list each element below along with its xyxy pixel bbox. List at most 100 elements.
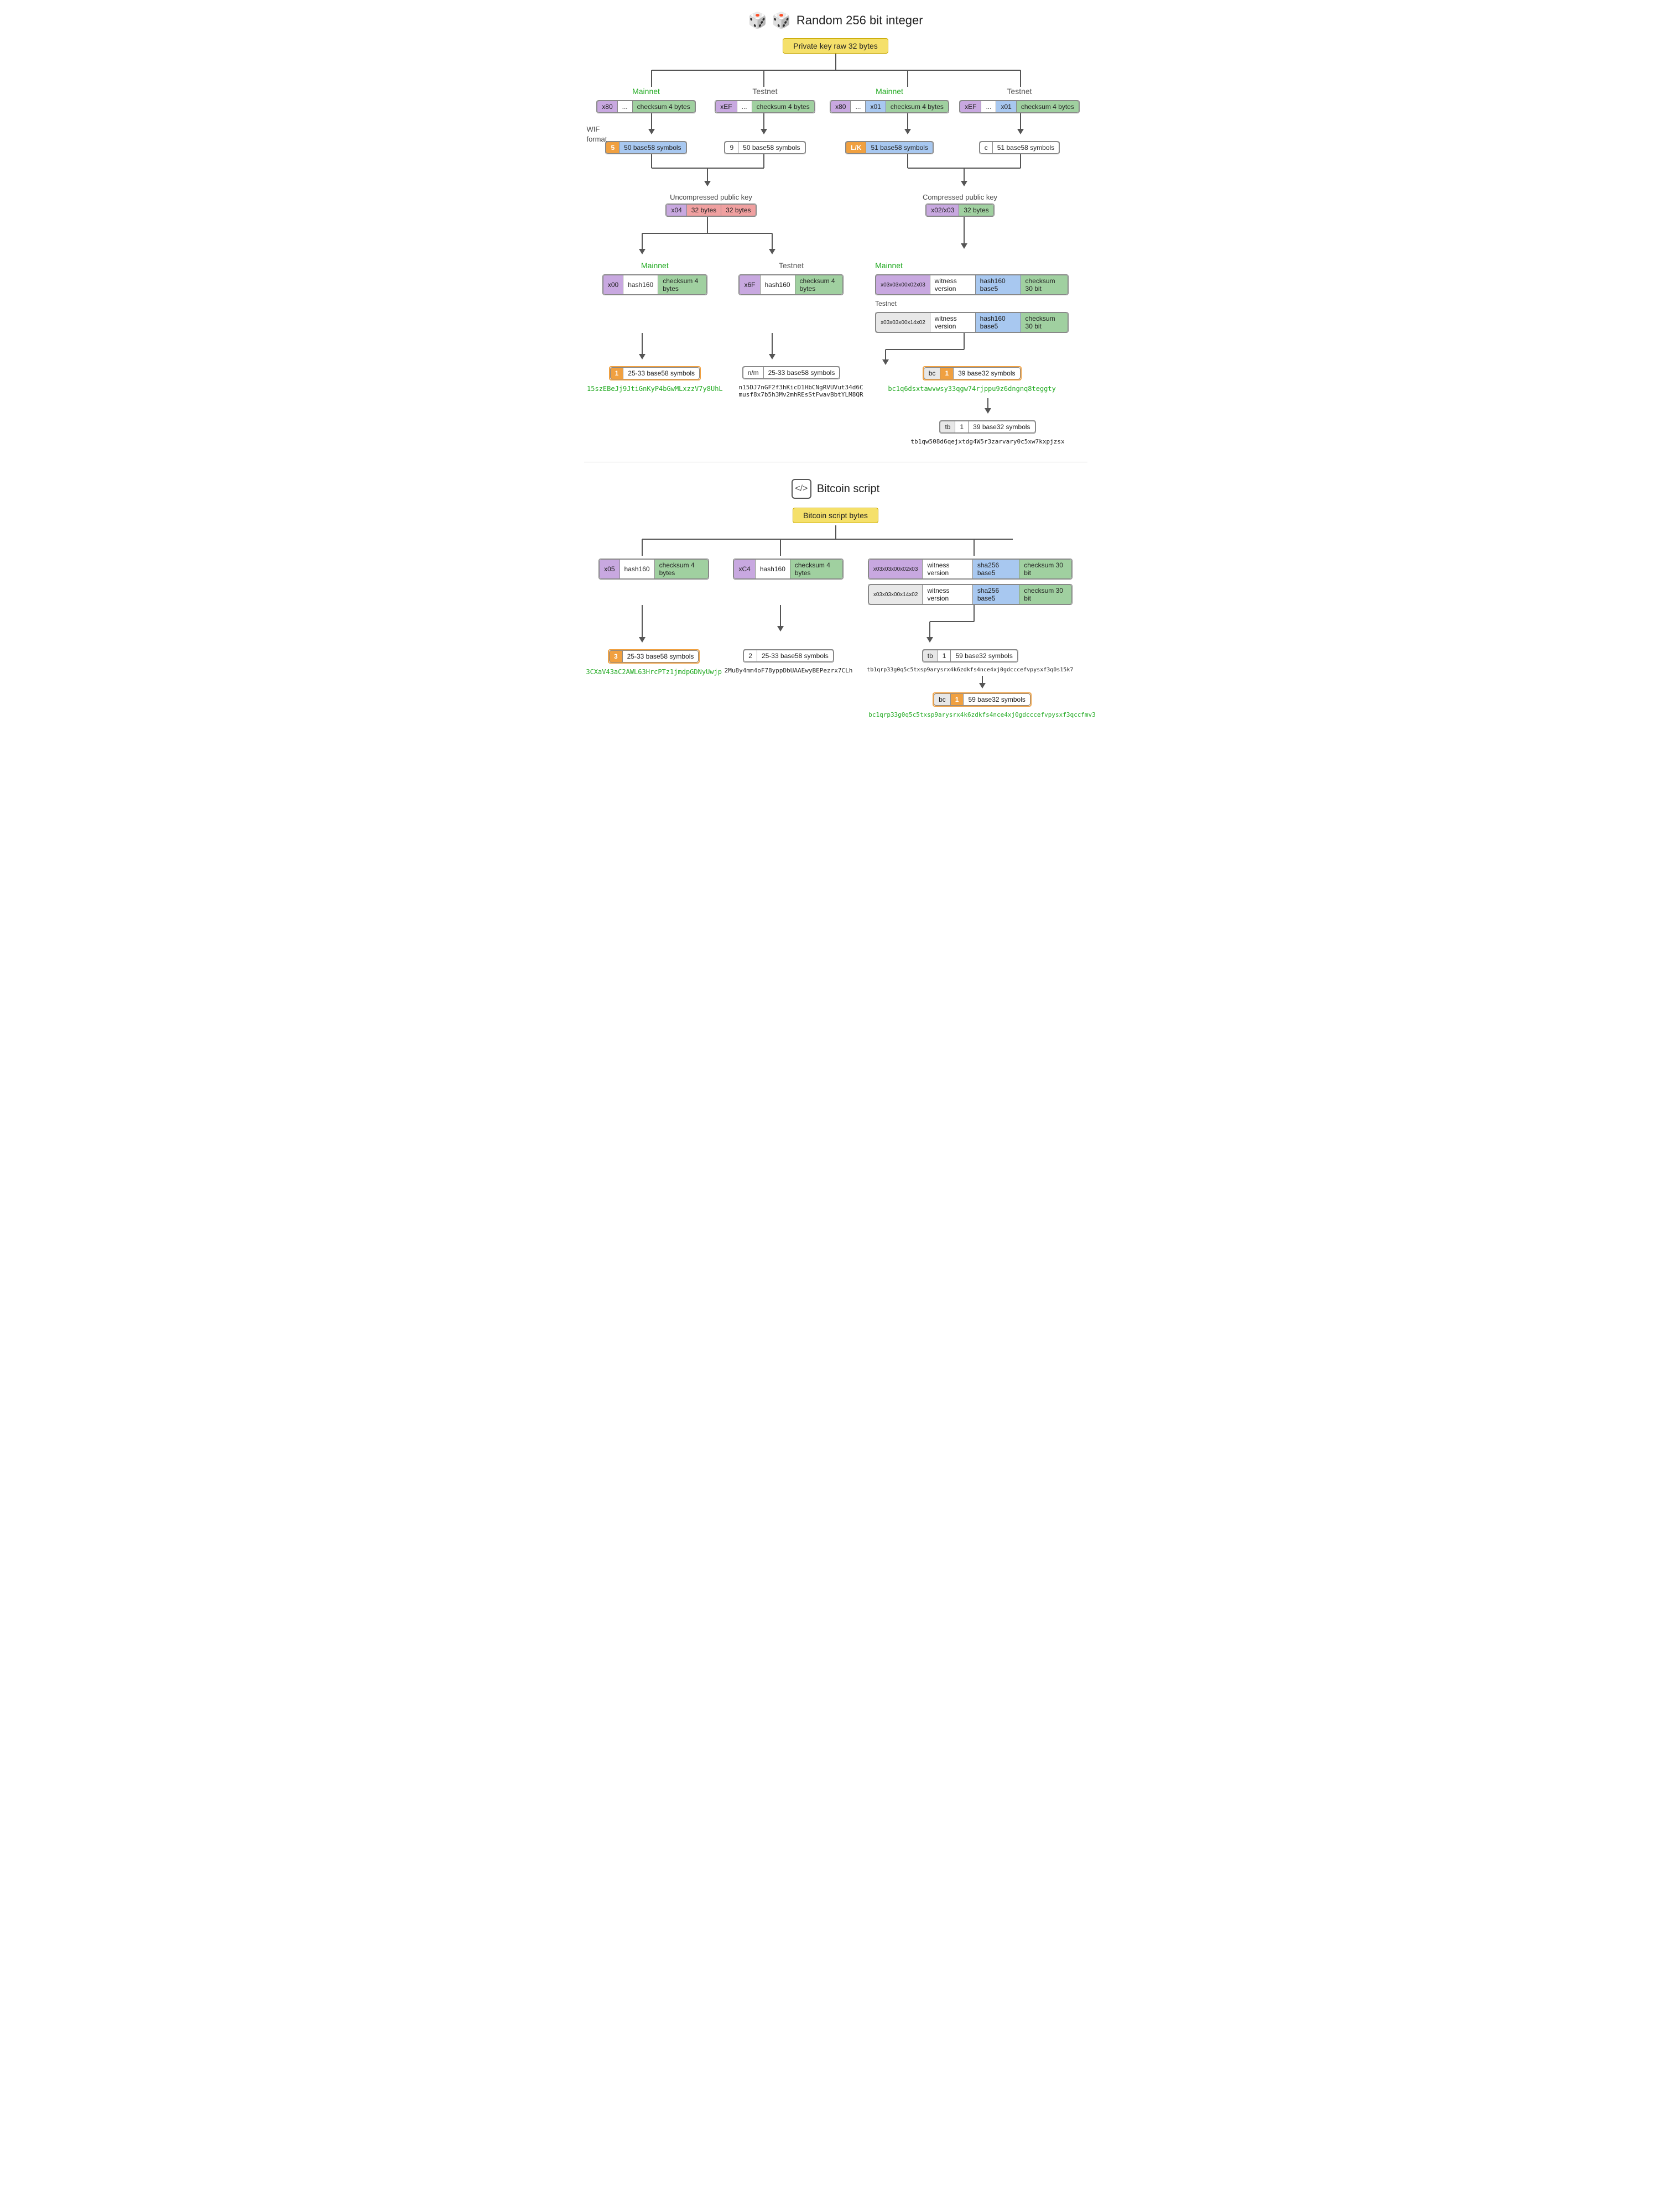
bottom-cols-row: x05 hash160 checksum 4 bytes xC4 hash160… bbox=[587, 559, 1085, 605]
p2sh-testnet-addr: 2 25-33 base58 symbols 2Mu8y4mm4oF78yppD… bbox=[733, 649, 844, 674]
p2sh-t-syms: 25-33 base58 symbols bbox=[757, 650, 834, 662]
p2sh-mainnet-box: 3 25-33 base58 symbols bbox=[608, 649, 700, 664]
wif2-box: 9 50 base58 symbols bbox=[724, 141, 805, 154]
col2: Testnet xEF ... checksum 4 bytes bbox=[710, 87, 820, 113]
p2wsh-tb-1: 1 bbox=[938, 650, 951, 662]
columns-row: Mainnet x80 ... checksum 4 bytes Testnet… bbox=[587, 87, 1085, 113]
wif2-prefix: 9 bbox=[725, 142, 738, 154]
ba-b1: x05 bbox=[599, 559, 620, 579]
bb-b1: xC4 bbox=[733, 559, 755, 579]
col3-byte3: x01 bbox=[866, 101, 886, 113]
page-header: 🎲 🎲 Random 256 bit integer bbox=[584, 11, 1087, 29]
p2pkh-t-prefix: n/m bbox=[743, 367, 764, 379]
p2sh-t-prefix: 2 bbox=[743, 650, 757, 662]
p2wpkh-testnet-arrow-svg bbox=[891, 398, 1085, 420]
bc-b2: witness version bbox=[923, 559, 972, 579]
bitcoin-script-title: </> Bitcoin script bbox=[584, 479, 1087, 499]
bottom-a-bytes: x05 hash160 checksum 4 bytes bbox=[598, 559, 709, 580]
col2-bytes-row: xEF ... checksum 4 bytes bbox=[715, 100, 815, 113]
p2wsh-tb-syms: 59 base32 symbols bbox=[951, 650, 1017, 662]
wif3: L/K 51 base58 symbols bbox=[829, 141, 950, 154]
bottom-col-b: xC4 hash160 checksum 4 bytes bbox=[733, 559, 844, 580]
p2sh-mainnet-addr: 3 25-33 base58 symbols 3CXaV43aC2AWL63Hr… bbox=[598, 649, 709, 676]
page-title: 🎲 🎲 Random 256 bit integer bbox=[584, 11, 1087, 29]
script-icon: </> bbox=[792, 479, 811, 499]
bottom-addr-arrows-svg bbox=[587, 605, 1085, 649]
p2pkh-t-b2: hash160 bbox=[761, 275, 795, 295]
col4-byte2: ... bbox=[981, 101, 996, 113]
bc-t2: witness version bbox=[923, 585, 972, 604]
p2wsh-bc: bc bbox=[934, 693, 951, 706]
wif3-prefix: L/K bbox=[846, 142, 866, 154]
col3: Mainnet x80 ... x01 checksum 4 bytes bbox=[829, 87, 950, 113]
p2wsh-bc-1: 1 bbox=[951, 693, 964, 706]
col2-network-label: Testnet bbox=[752, 87, 777, 96]
ba-b2: hash160 bbox=[620, 559, 655, 579]
col2-byte3: checksum 4 bytes bbox=[752, 101, 815, 113]
p2wsh-bc-box: bc 1 59 base32 symbols bbox=[933, 692, 1032, 707]
p2wpkh-m-b3: hash160 base5 bbox=[976, 275, 1021, 295]
bc-b4: checksum 30 bit bbox=[1019, 559, 1072, 579]
p2pkh-mainnet-bytes: x00 hash160 checksum 4 bytes bbox=[602, 274, 707, 295]
bottom-root-row: Bitcoin script bytes bbox=[587, 508, 1085, 523]
p2wpkh-m-b2: witness version bbox=[930, 275, 976, 295]
col3-network-label: Mainnet bbox=[876, 87, 903, 96]
col4-byte3: x01 bbox=[996, 101, 1016, 113]
p2wpkh-t-b1: x03x03x00x14x02 bbox=[876, 312, 930, 332]
wif1-symbols: 50 base58 symbols bbox=[620, 142, 686, 154]
p2wpkh-bc-example: bc1q6dsxtawvwsy33qgw74rjppu9z6dngnq8tegg… bbox=[888, 385, 1055, 393]
pubkey-row: Uncompressed public key x04 32 bytes 32 … bbox=[587, 193, 1085, 217]
wif2-symbols: 50 base58 symbols bbox=[738, 142, 805, 154]
compressed-bytes: x02/x03 32 bytes bbox=[925, 204, 994, 217]
p2sh-testnet-box: 2 25-33 base58 symbols bbox=[743, 649, 834, 662]
col3-byte1: x80 bbox=[830, 101, 851, 113]
address-types-row: Mainnet x00 hash160 checksum 4 bytes Tes… bbox=[587, 261, 1085, 333]
comp-byte1: x02/x03 bbox=[926, 204, 959, 216]
col4-network-label: Testnet bbox=[1007, 87, 1032, 96]
p2pkh-m-syms: 25-33 base58 symbols bbox=[623, 367, 700, 379]
p2wsh-bc-syms: 59 base32 symbols bbox=[964, 693, 1030, 706]
uncompressed-pubkey: Uncompressed public key x04 32 bytes 32 … bbox=[601, 193, 822, 217]
bottom-c-testnet-bytes: x03x03x00x14x02 witness version sha256 b… bbox=[868, 584, 1073, 605]
p2pkh-mainnet-example: 15szEBeJj9JtiGnKyP4bGwMLxzzV7y8UhL bbox=[587, 385, 723, 393]
uncomp-byte3: 32 bytes bbox=[721, 204, 756, 216]
wif4-box: c 51 base58 symbols bbox=[979, 141, 1060, 154]
pubkey-down-svg bbox=[587, 217, 1085, 261]
p2pkh-mainnet-addr-box: 1 25-33 base58 symbols bbox=[609, 366, 701, 380]
p2pkh-testnet-label: Testnet bbox=[779, 261, 804, 270]
col4: Testnet xEF ... x01 checksum 4 bytes bbox=[959, 87, 1080, 113]
p2pkh-mainnet-label: Mainnet bbox=[641, 261, 669, 270]
p2wpkh-mainnet-label: Mainnet bbox=[875, 261, 903, 270]
wif1: 5 50 base58 symbols bbox=[591, 141, 701, 154]
p2pkh-m-b1: x00 bbox=[603, 275, 623, 295]
col1-bytes-row: x80 ... checksum 4 bytes bbox=[596, 100, 695, 113]
p2wpkh-m-b1: x03x03x00x02x03 bbox=[876, 275, 930, 295]
wif3-box: L/K 51 base58 symbols bbox=[845, 141, 934, 154]
wif2: 9 50 base58 symbols bbox=[710, 141, 820, 154]
p2wsh-bc-arrow-svg bbox=[880, 676, 1085, 692]
col2-byte2: ... bbox=[737, 101, 752, 113]
p2wsh-bc-arrow-row bbox=[587, 676, 1085, 692]
p2wpkh-t-b2: witness version bbox=[930, 312, 976, 332]
uncomp-byte2: 32 bytes bbox=[687, 204, 721, 216]
p2wsh-bc-example: bc1qrp33g0q5c5txsp9arysrx4k6zdkfs4nce4xj… bbox=[868, 711, 1096, 718]
wif-boxes-row: 5 50 base58 symbols 9 50 base58 symbols … bbox=[587, 141, 1085, 154]
comp-byte2: 32 bytes bbox=[959, 204, 993, 216]
p2sh-testnet-example: 2Mu8y4mm4oF78yppDbUAAEwyBEPezrx7CLh bbox=[725, 667, 853, 674]
p2pkh-testnet-addr-box: n/m 25-33 base58 symbols bbox=[742, 366, 841, 379]
p2wpkh-testnet-bytes: x03x03x00x14x02 witness version hash160 … bbox=[875, 312, 1069, 333]
col1-network-label: Mainnet bbox=[632, 87, 660, 96]
bottom-addr-arrows bbox=[587, 605, 1085, 649]
p2wsh-tb: tb bbox=[923, 650, 938, 662]
col1-byte1: x80 bbox=[597, 101, 617, 113]
p2wpkh-t-b3: hash160 base5 bbox=[976, 312, 1021, 332]
uncompressed-bytes: x04 32 bytes 32 bytes bbox=[665, 204, 756, 217]
p2pkh-m-b3: checksum 4 bytes bbox=[658, 275, 707, 295]
p2wpkh-1: 1 bbox=[940, 367, 954, 379]
root-vline bbox=[587, 54, 1085, 87]
p2wpkh-bc-syms: 39 base32 symbols bbox=[954, 367, 1020, 379]
p2wpkh-t-b4: checksum 30 bit bbox=[1021, 312, 1069, 332]
final-addresses-row: 1 25-33 base58 symbols 15szEBeJj9JtiGnKy… bbox=[587, 366, 1085, 398]
p2wpkh-testnet-addr-row bbox=[587, 398, 1085, 420]
p2wsh-testnet-addr: tb 1 59 base32 symbols tb1qrp33g0q5c5txs… bbox=[868, 649, 1073, 673]
